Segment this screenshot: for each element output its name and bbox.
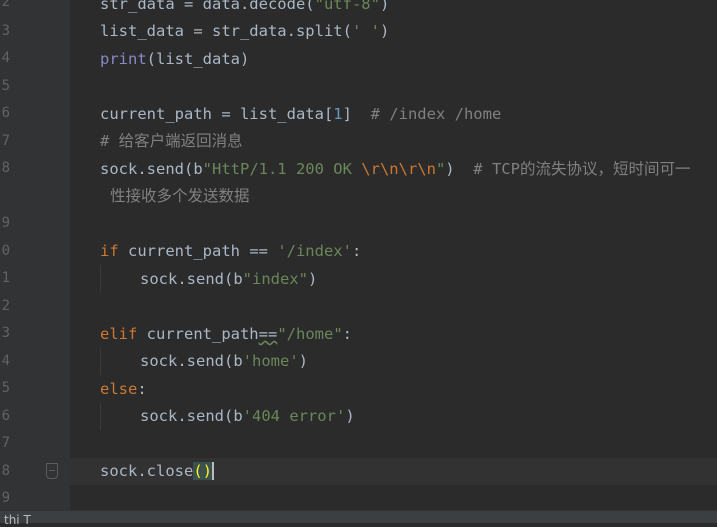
code-line[interactable]: else: — [100, 376, 147, 403]
text-caret: ) — [202, 462, 215, 480]
code-line[interactable]: sock.send(b"index") — [140, 266, 317, 293]
status-text: thi T — [4, 513, 31, 527]
line-number: 8 — [1, 160, 10, 176]
line-number: 3 — [1, 325, 10, 341]
line-number: 5 — [1, 380, 10, 396]
code-line[interactable]: # 给客户端返回消息 — [100, 128, 243, 155]
code-line[interactable]: sock.send(b'home') — [140, 348, 308, 375]
line-number: 6 — [1, 408, 10, 424]
code-line[interactable]: str_data = data.decode("utf-8") — [100, 0, 389, 18]
line-number: 0 — [1, 243, 10, 259]
code-line[interactable]: elif current_path=="/home": — [100, 321, 352, 348]
indent-guide — [100, 265, 101, 292]
code-editor[interactable]: 2 3 4 5 6 7 8 9 0 1 2 3 4 5 6 7 8 9 str_… — [0, 0, 717, 522]
line-number: 9 — [1, 215, 10, 231]
line-number: 2 — [1, 0, 10, 10]
code-line-current[interactable]: sock.close() — [100, 458, 215, 485]
line-number: 7 — [1, 435, 10, 451]
code-line[interactable]: list_data = str_data.split(' ') — [100, 18, 389, 45]
line-number: 4 — [1, 353, 10, 369]
code-line[interactable]: if current_path == '/index': — [100, 238, 361, 265]
line-number: 1 — [1, 270, 10, 286]
indent-guide — [100, 348, 101, 375]
line-number: 3 — [1, 23, 10, 39]
line-number: 5 — [1, 78, 10, 94]
indent-guide — [100, 403, 101, 430]
line-number: 9 — [1, 490, 10, 506]
line-number: 4 — [1, 50, 10, 66]
fold-marker-icon[interactable] — [46, 463, 58, 479]
line-number: 7 — [1, 133, 10, 149]
code-line[interactable]: print(list_data) — [100, 46, 249, 73]
line-number: 6 — [1, 105, 10, 121]
code-line[interactable]: sock.send(b'404 error') — [140, 403, 355, 430]
code-line[interactable]: current_path = list_data[1] # /index /ho… — [100, 101, 501, 128]
code-line[interactable]: sock.send(b"HttP/1.1 200 OK \r\n\r\n") #… — [100, 156, 690, 183]
line-number: 8 — [1, 463, 10, 479]
line-number-gutter: 2 3 4 5 6 7 8 9 0 1 2 3 4 5 6 7 8 9 — [0, 0, 70, 522]
line-number: 2 — [1, 298, 10, 314]
status-bar: thi T — [0, 510, 717, 527]
matched-bracket: ( — [193, 462, 203, 480]
code-line-wrapped[interactable]: 性接收多个发送数据 — [110, 183, 250, 210]
